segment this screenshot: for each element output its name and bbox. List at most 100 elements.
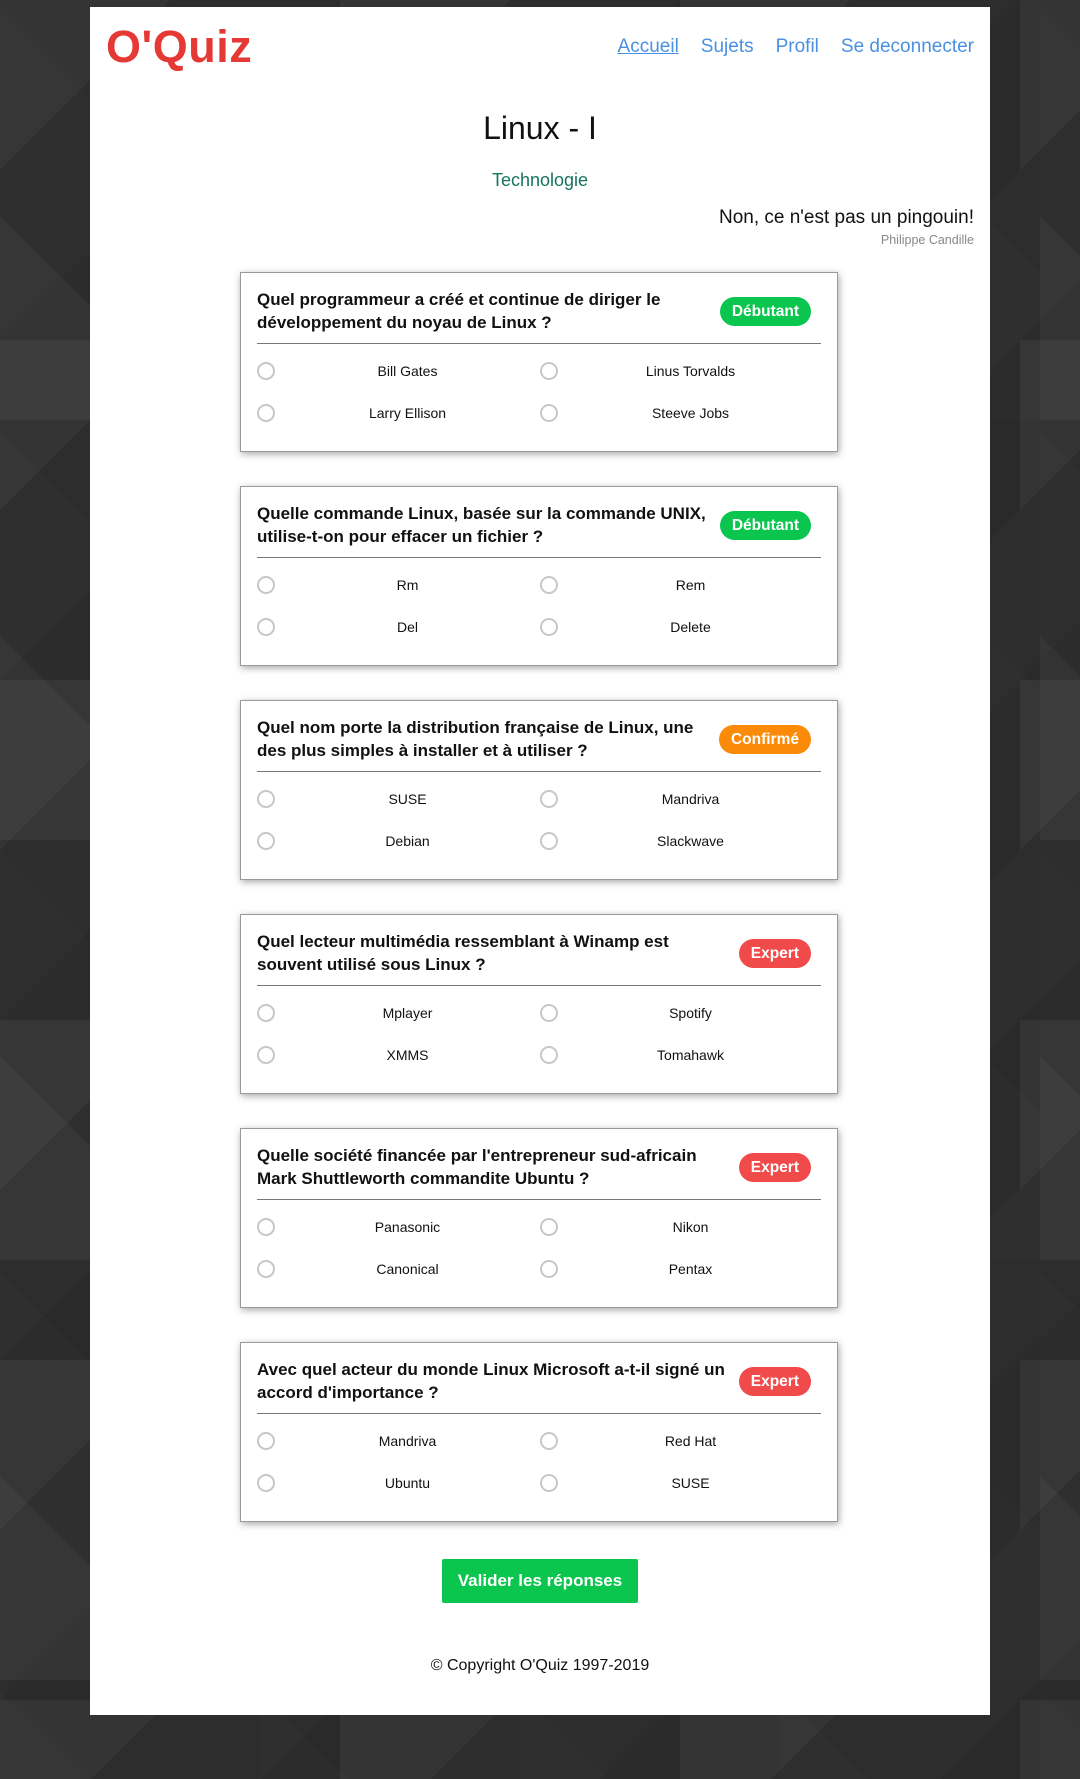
answer-option[interactable]: Delete	[540, 617, 823, 639]
answer-option[interactable]: Slackwave	[540, 831, 823, 853]
answer-radio[interactable]	[540, 1474, 558, 1492]
answer-label: SUSE	[388, 791, 427, 807]
answer-label: Larry Ellison	[368, 405, 447, 421]
question-text: Quelle commande Linux, basée sur la comm…	[257, 504, 706, 546]
answer-label: Steeve Jobs	[651, 405, 730, 421]
question-card: Quelle commande Linux, basée sur la comm…	[240, 486, 838, 666]
answer-radio[interactable]	[540, 362, 558, 380]
answer-option[interactable]: Linus Torvalds	[540, 361, 823, 383]
answer-label: Mplayer	[382, 1005, 433, 1021]
answer-label: Debian	[385, 833, 430, 849]
answer-radio[interactable]	[540, 1432, 558, 1450]
question-header: Quelle commande Linux, basée sur la comm…	[257, 503, 821, 558]
question-card: Quel nom porte la distribution française…	[240, 700, 838, 880]
header: O'Quiz Accueil Sujets Profil Se deconnec…	[90, 7, 990, 97]
answer-radio[interactable]	[257, 790, 275, 808]
answer-option[interactable]: Bill Gates	[257, 361, 540, 383]
answer-radio[interactable]	[540, 618, 558, 636]
answer-radio[interactable]	[540, 1004, 558, 1022]
answer-radio[interactable]	[257, 1218, 275, 1236]
answer-radio[interactable]	[257, 404, 275, 422]
answer-option[interactable]: SUSE	[540, 1473, 823, 1495]
answer-option[interactable]: Spotify	[540, 1003, 823, 1025]
answer-radio[interactable]	[257, 362, 275, 380]
answer-option[interactable]: XMMS	[257, 1045, 540, 1067]
answer-option[interactable]: Red Hat	[540, 1431, 823, 1453]
question-header: Avec quel acteur du monde Linux Microsof…	[257, 1359, 821, 1414]
quiz-description-text: Non, ce n'est pas un pingouin!	[718, 207, 974, 228]
question-card: Avec quel acteur du monde Linux Microsof…	[240, 1342, 838, 1522]
question-card: Quelle société financée par l'entreprene…	[240, 1128, 838, 1308]
answer-radio[interactable]	[540, 832, 558, 850]
answer-option[interactable]: Rem	[540, 575, 823, 597]
answer-label: Red Hat	[664, 1433, 717, 1449]
difficulty-badge: Débutant	[719, 511, 811, 540]
answer-label: Canonical	[376, 1261, 439, 1277]
answer-option[interactable]: Nikon	[540, 1217, 823, 1239]
difficulty-badge: Débutant	[719, 297, 811, 326]
answer-option[interactable]: Mplayer	[257, 1003, 540, 1025]
answer-label: Slackwave	[657, 833, 724, 849]
answer-radio[interactable]	[540, 576, 558, 594]
question-text: Quelle société financée par l'entreprene…	[257, 1146, 697, 1188]
question-text: Avec quel acteur du monde Linux Microsof…	[257, 1360, 725, 1402]
answer-option[interactable]: Tomahawk	[540, 1045, 823, 1067]
answer-option[interactable]: Ubuntu	[257, 1473, 540, 1495]
question-header: Quel nom porte la distribution française…	[257, 717, 821, 772]
answer-label: Mandriva	[378, 1433, 437, 1449]
answer-label: Linus Torvalds	[645, 363, 736, 379]
answer-label: Rem	[675, 577, 706, 593]
answer-radio[interactable]	[257, 832, 275, 850]
answer-option[interactable]: Pentax	[540, 1259, 823, 1281]
answer-radio[interactable]	[257, 576, 275, 594]
answer-label: Panasonic	[374, 1219, 441, 1235]
answer-option[interactable]: Panasonic	[257, 1217, 540, 1239]
answer-label: XMMS	[386, 1047, 429, 1063]
answer-label: Spotify	[669, 1005, 712, 1021]
logo[interactable]: O'Quiz	[106, 21, 252, 73]
answer-radio[interactable]	[257, 618, 275, 636]
answer-label: Del	[396, 619, 418, 635]
answer-radio[interactable]	[257, 1474, 275, 1492]
answer-option[interactable]: Mandriva	[540, 789, 823, 811]
question-card: Quel programmeur a créé et continue de d…	[240, 272, 838, 452]
question-text: Quel lecteur multimédia ressemblant à Wi…	[257, 932, 669, 974]
answer-radio[interactable]	[540, 790, 558, 808]
question-header: Quel lecteur multimédia ressemblant à Wi…	[257, 931, 821, 986]
nav-link-profil[interactable]: Profil	[776, 36, 819, 58]
answer-option[interactable]: Canonical	[257, 1259, 540, 1281]
answer-radio[interactable]	[540, 1046, 558, 1064]
question-card: Quel lecteur multimédia ressemblant à Wi…	[240, 914, 838, 1094]
answer-radio[interactable]	[257, 1046, 275, 1064]
nav-link-sujets[interactable]: Sujets	[701, 36, 754, 58]
nav-link-accueil[interactable]: Accueil	[618, 36, 679, 58]
answer-option[interactable]: Debian	[257, 831, 540, 853]
answer-label: Delete	[670, 619, 711, 635]
answer-label: Rm	[396, 577, 419, 593]
answer-label: Bill Gates	[377, 363, 438, 379]
answer-radio[interactable]	[540, 1218, 558, 1236]
question-text: Quel nom porte la distribution française…	[257, 718, 694, 760]
answer-option[interactable]: Del	[257, 617, 540, 639]
quiz-category: Technologie	[491, 170, 589, 190]
answer-option[interactable]: Mandriva	[257, 1431, 540, 1453]
answer-radio[interactable]	[257, 1432, 275, 1450]
nav-link-logout[interactable]: Se deconnecter	[841, 36, 974, 58]
answer-option[interactable]: SUSE	[257, 789, 540, 811]
quiz-title: Linux - I	[483, 110, 597, 146]
answer-radio[interactable]	[257, 1260, 275, 1278]
answer-radio[interactable]	[540, 404, 558, 422]
quiz-author: Philippe Candille	[880, 233, 974, 247]
question-text: Quel programmeur a créé et continue de d…	[257, 290, 661, 332]
answer-option[interactable]: Larry Ellison	[257, 403, 540, 425]
answer-radio[interactable]	[257, 1004, 275, 1022]
answer-label: SUSE	[671, 1475, 710, 1491]
answer-option[interactable]: Steeve Jobs	[540, 403, 823, 425]
difficulty-badge: Expert	[738, 1367, 811, 1396]
answer-option[interactable]: Rm	[257, 575, 540, 597]
answer-label: Tomahawk	[657, 1047, 724, 1063]
question-header: Quelle société financée par l'entreprene…	[257, 1145, 821, 1200]
difficulty-badge: Expert	[738, 1153, 811, 1182]
answer-radio[interactable]	[540, 1260, 558, 1278]
submit-answers-button[interactable]: Valider les réponses	[442, 1559, 638, 1603]
